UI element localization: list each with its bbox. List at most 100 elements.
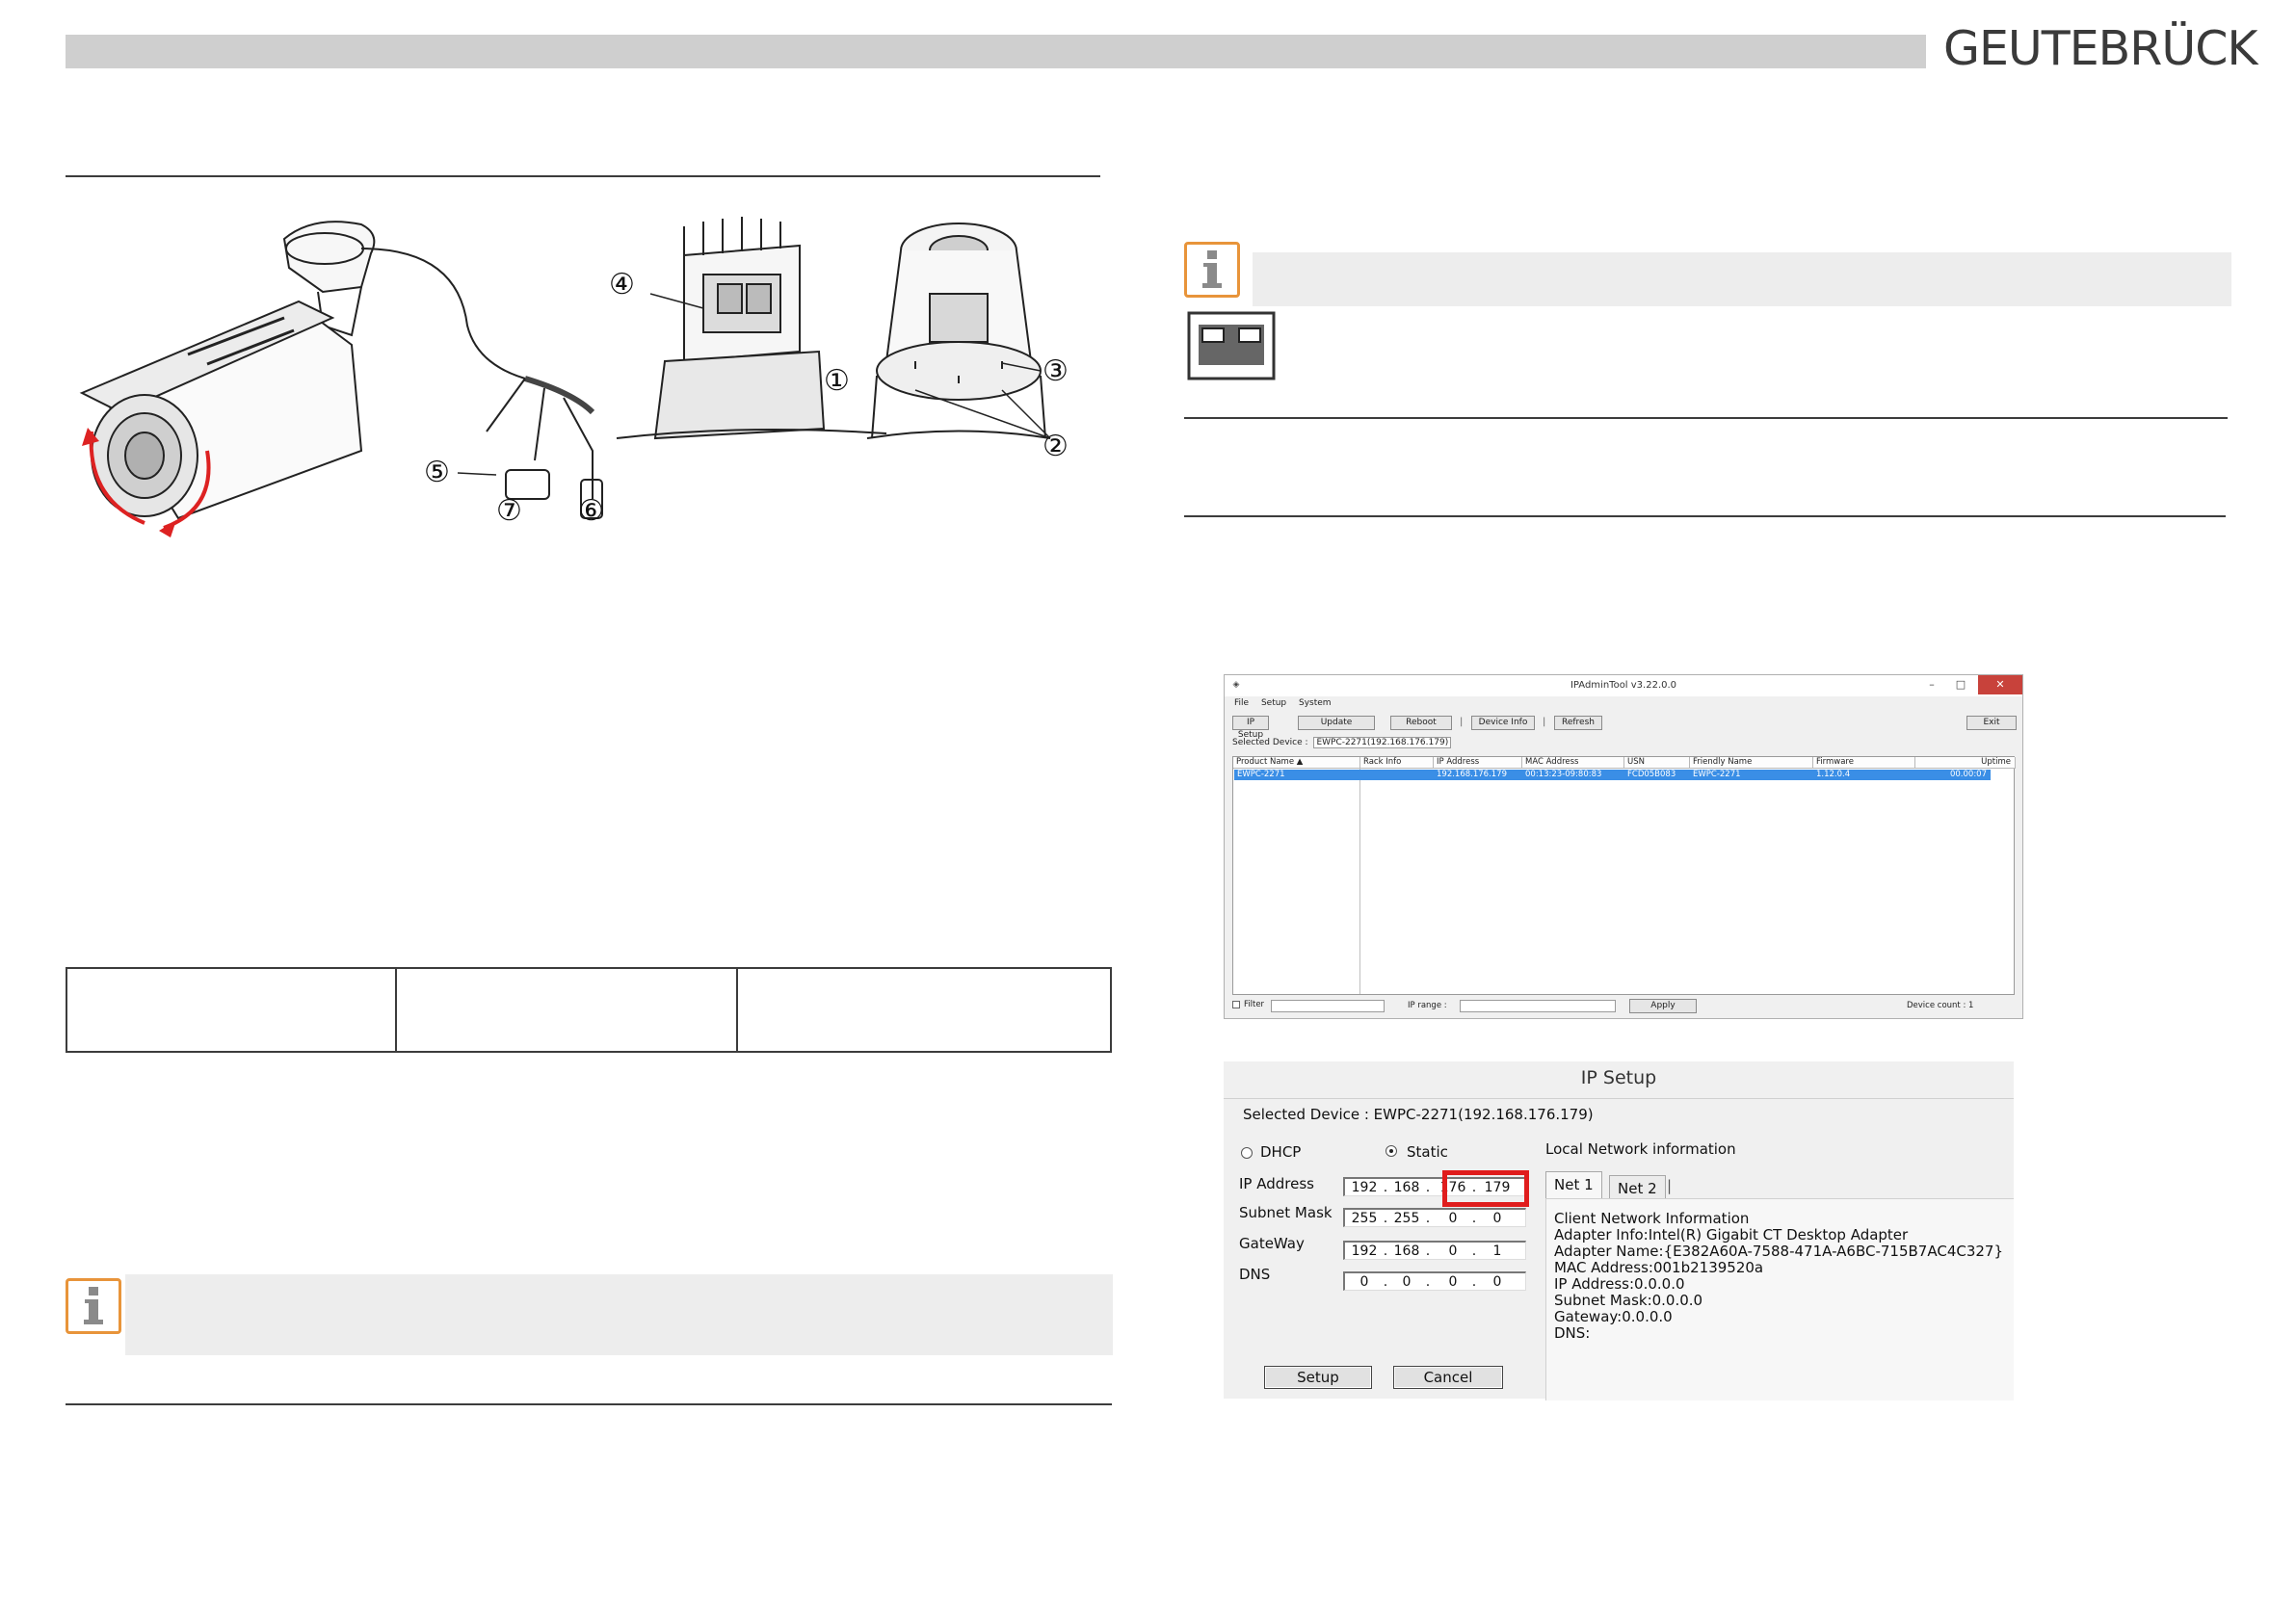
cell-mac-address: 00:13:23-09:80:83 (1525, 770, 1602, 779)
device-info-button[interactable]: Device Info (1471, 716, 1535, 730)
octet-dot: . (1425, 1211, 1431, 1226)
cell-friendly-name: EWPC-2271 (1693, 770, 1741, 779)
menu-file[interactable]: File (1234, 698, 1249, 708)
info-glyph (1202, 250, 1222, 288)
selected-device-label: Selected Device : (1232, 738, 1308, 747)
octet: 192 (1351, 1180, 1378, 1195)
menu-bar: File Setup System (1234, 698, 1341, 708)
ipadmintool-window: ◈ IPAdminTool v3.22.0.0 – □ ✕ File Setup… (1224, 674, 2023, 1019)
column-header-product-name[interactable]: Product Name ▲ (1233, 757, 1360, 769)
table-column-divider (736, 969, 738, 1051)
column-header-rack-info[interactable]: Rack Info (1360, 757, 1434, 769)
ip-range-input[interactable] (1460, 1000, 1616, 1012)
gateway-label: GateWay (1239, 1235, 1305, 1252)
octet-dot: . (1471, 1274, 1477, 1290)
reboot-button[interactable]: Reboot (1390, 716, 1452, 730)
octet: 0 (1492, 1211, 1502, 1226)
octet: 0 (1359, 1274, 1369, 1290)
brand-logo: GEUTEBRÜCK (1943, 21, 2258, 76)
filter-input[interactable] (1271, 1000, 1385, 1012)
dhcp-label: DHCP (1260, 1143, 1302, 1161)
window-title: IPAdminTool v3.22.0.0 (1570, 680, 1677, 691)
maximize-button[interactable]: □ (1947, 675, 1974, 694)
refresh-button[interactable]: Refresh (1554, 716, 1602, 730)
dns-label: DNS (1239, 1266, 1271, 1283)
net-info-line: Subnet Mask:0.0.0.0 (1554, 1292, 1703, 1309)
column-header-mac-address[interactable]: MAC Address (1522, 757, 1624, 769)
apply-button[interactable]: Apply (1629, 999, 1697, 1013)
net-info-line: Adapter Name:{E382A60A-7588-471A-A6BC-71… (1554, 1243, 2004, 1260)
column-header-uptime[interactable]: Uptime (1915, 757, 2016, 769)
device-list[interactable]: Product Name ▲ Rack Info IP Address MAC … (1232, 756, 2016, 995)
ip-address-label: IP Address (1239, 1175, 1314, 1192)
exit-button[interactable]: Exit (1966, 716, 2017, 730)
callout-1: ① (824, 364, 850, 398)
callout-6: ⑥ (578, 494, 604, 528)
octet-dot: . (1383, 1274, 1388, 1290)
octet: 0 (1448, 1274, 1458, 1290)
octet: 0 (1448, 1211, 1458, 1226)
info-note-band (125, 1274, 1113, 1355)
section-rule (66, 1403, 1112, 1405)
octet-dot: . (1471, 1243, 1477, 1259)
cell-ip-address: 192.168.176.179 (1437, 770, 1508, 779)
ip-range-label: IP range : (1408, 1001, 1447, 1010)
static-radio[interactable] (1386, 1145, 1397, 1157)
bullet-camera-illustration: ⑤ ⑦ ⑥ (79, 221, 604, 537)
subnet-mask-field[interactable]: 255 . 255 . 0 . 0 (1343, 1208, 1526, 1227)
net-info-line: Adapter Info:Intel(R) Gigabit CT Desktop… (1554, 1226, 1909, 1243)
callout-5: ⑤ (424, 456, 450, 489)
section-rule (1184, 515, 2226, 517)
tab-net-1[interactable]: Net 1 (1545, 1171, 1602, 1198)
cancel-button[interactable]: Cancel (1393, 1366, 1503, 1389)
subnet-mask-label: Subnet Mask (1239, 1204, 1333, 1221)
net-info-line: IP Address:0.0.0.0 (1554, 1275, 1685, 1293)
octet: 0 (1448, 1243, 1458, 1259)
dialog-title: IP Setup (1580, 1067, 1657, 1088)
tab-separator: | (1667, 1177, 1673, 1194)
local-network-title: Local Network information (1545, 1140, 1736, 1158)
gateway-field[interactable]: 192 . 168 . 0 . 1 (1343, 1241, 1526, 1260)
info-icon (66, 1278, 121, 1334)
octet-dot: . (1383, 1243, 1388, 1259)
table-row[interactable]: EWPC-2271 192.168.176.179 00:13:23-09:80… (1234, 770, 1991, 780)
octet-dot: . (1383, 1180, 1388, 1195)
close-button[interactable]: ✕ (1978, 675, 2022, 694)
octet-dot: . (1425, 1180, 1431, 1195)
spec-table (66, 967, 1112, 1053)
network-info-panel: Client Network Information Adapter Info:… (1545, 1198, 2014, 1400)
window-titlebar: ◈ IPAdminTool v3.22.0.0 – □ ✕ (1225, 675, 2022, 696)
net-info-line: MAC Address:001b2139520a (1554, 1259, 1764, 1276)
product-pane (1233, 769, 1360, 994)
tab-net-2[interactable]: Net 2 (1609, 1175, 1666, 1198)
minimize-button[interactable]: – (1918, 675, 1945, 694)
filter-checkbox[interactable] (1232, 1001, 1240, 1008)
setup-button[interactable]: Setup (1264, 1366, 1372, 1389)
selected-device: Selected Device : EWPC-2271(192.168.176.… (1232, 737, 1452, 748)
toolbar-separator: | (1460, 717, 1464, 727)
dhcp-radio[interactable] (1241, 1147, 1253, 1159)
title-divider (1224, 1098, 2014, 1099)
device-count: Device count : 1 (1907, 1001, 1974, 1010)
update-button[interactable]: Update (1298, 716, 1375, 730)
column-header-usn[interactable]: USN (1624, 757, 1690, 769)
static-label: Static (1407, 1143, 1448, 1161)
column-header-friendly-name[interactable]: Friendly Name (1690, 757, 1813, 769)
octet: 168 (1393, 1243, 1420, 1259)
dns-field[interactable]: 0 . 0 . 0 . 0 (1343, 1271, 1526, 1291)
column-header-ip-address[interactable]: IP Address (1434, 757, 1522, 769)
section-rule (1184, 417, 2228, 419)
toolbar-separator: | (1543, 717, 1546, 727)
cell-uptime: 00.00:07 (1949, 770, 1987, 779)
octet: 168 (1393, 1180, 1420, 1195)
column-header-firmware[interactable]: Firmware (1813, 757, 1915, 769)
octet: 255 (1351, 1211, 1378, 1226)
ip-setup-button[interactable]: IP Setup (1232, 716, 1269, 740)
menu-setup[interactable]: Setup (1261, 698, 1286, 708)
callout-7: ⑦ (496, 494, 522, 528)
cell-product-name: EWPC-2271 (1237, 770, 1285, 779)
selected-device-value: EWPC-2271(192.168.176.179) (1313, 737, 1452, 748)
menu-system[interactable]: System (1299, 698, 1332, 708)
octet: 0 (1492, 1274, 1502, 1290)
filter-label: Filter (1244, 1000, 1265, 1009)
